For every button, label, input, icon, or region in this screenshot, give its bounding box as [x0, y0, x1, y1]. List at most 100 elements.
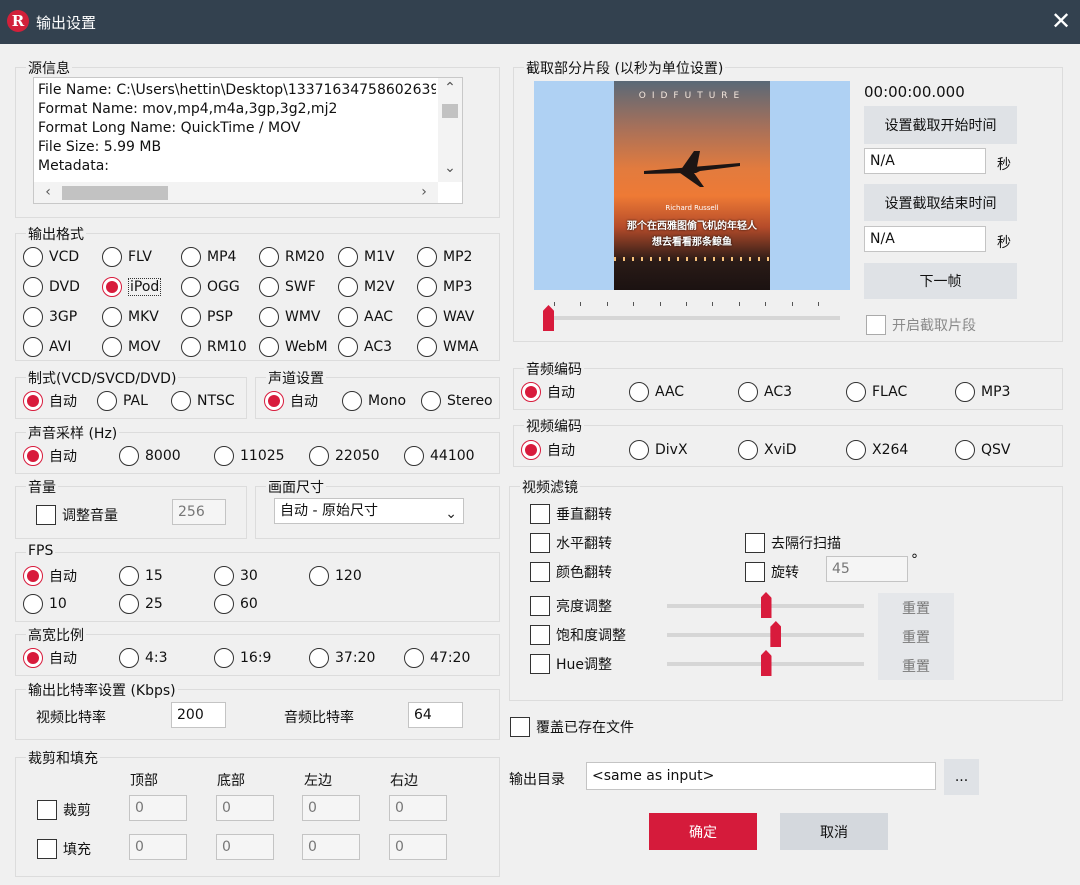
radio-fps-30[interactable]: 30	[214, 564, 258, 588]
radio-format-aac[interactable]: AAC	[338, 305, 393, 329]
radio-channel--[interactable]: 自动	[264, 389, 318, 413]
source-info-text-area[interactable]: File Name: C:\Users\hettin\Desktop\13371…	[33, 77, 463, 204]
radio-format-mp3[interactable]: MP3	[417, 275, 472, 299]
radio-format-ogg[interactable]: OGG	[181, 275, 240, 299]
radio-sample-22050[interactable]: 22050	[309, 444, 380, 468]
radio-acodec-mp3[interactable]: MP3	[955, 380, 1010, 404]
color-flip-checkbox[interactable]: 颜色翻转	[530, 561, 612, 583]
crop-right-input[interactable]: 0	[389, 795, 447, 821]
radio-aspect-16-9[interactable]: 16:9	[214, 646, 271, 670]
end-time-input[interactable]: N/A	[864, 226, 986, 252]
scroll-thumb-horizontal[interactable]	[62, 186, 168, 200]
scroll-left-icon[interactable]: ‹	[38, 184, 58, 200]
horizontal-flip-checkbox[interactable]: 水平翻转	[530, 532, 612, 554]
vertical-flip-checkbox[interactable]: 垂直翻转	[530, 503, 612, 525]
close-icon[interactable]: ✕	[1046, 7, 1076, 37]
crop-left-input[interactable]: 0	[302, 795, 360, 821]
cancel-button[interactable]: 取消	[780, 813, 888, 850]
radio-format-rm20[interactable]: RM20	[259, 245, 325, 269]
volume-input[interactable]: 256	[172, 499, 226, 525]
radio-fps-120[interactable]: 120	[309, 564, 362, 588]
radio-aspect-4-3[interactable]: 4:3	[119, 646, 168, 670]
radio-vcodec-qsv[interactable]: QSV	[955, 438, 1010, 462]
clip-slider-track[interactable]	[548, 316, 840, 320]
start-time-input[interactable]: N/A	[864, 148, 986, 174]
crop-checkbox[interactable]: 裁剪	[37, 799, 91, 821]
pad-bottom-input[interactable]: 0	[216, 834, 274, 860]
radio-format-dvd[interactable]: DVD	[23, 275, 80, 299]
crop-bottom-input[interactable]: 0	[216, 795, 274, 821]
radio-aspect--[interactable]: 自动	[23, 646, 77, 670]
radio-format-wmv[interactable]: WMV	[259, 305, 321, 329]
radio-fps-10[interactable]: 10	[23, 592, 67, 616]
radio-format-mkv[interactable]: MKV	[102, 305, 159, 329]
radio-aspect-37-20[interactable]: 37:20	[309, 646, 375, 670]
radio-channel-mono[interactable]: Mono	[342, 389, 406, 413]
radio-sample-11025[interactable]: 11025	[214, 444, 285, 468]
radio-format-rm10[interactable]: RM10	[181, 335, 247, 359]
output-dir-input[interactable]: <same as input>	[586, 762, 936, 790]
radio-fps-15[interactable]: 15	[119, 564, 163, 588]
enable-clip-checkbox[interactable]: 开启截取片段	[866, 314, 976, 336]
set-start-time-button[interactable]: 设置截取开始时间	[864, 106, 1017, 144]
radio-channel-stereo[interactable]: Stereo	[421, 389, 493, 413]
radio-vcodec-x264[interactable]: X264	[846, 438, 908, 462]
radio-standard-pal[interactable]: PAL	[97, 389, 148, 413]
pad-checkbox[interactable]: 填充	[37, 838, 91, 860]
radio-format-mov[interactable]: MOV	[102, 335, 160, 359]
overwrite-checkbox[interactable]: 覆盖已存在文件	[510, 716, 634, 738]
set-end-time-button[interactable]: 设置截取结束时间	[864, 184, 1017, 221]
radio-vcodec-xvid[interactable]: XviD	[738, 438, 797, 462]
radio-sample-44100[interactable]: 44100	[404, 444, 475, 468]
radio-sample--[interactable]: 自动	[23, 444, 77, 468]
radio-format-wma[interactable]: WMA	[417, 335, 479, 359]
radio-format-psp[interactable]: PSP	[181, 305, 233, 329]
radio-format-avi[interactable]: AVI	[23, 335, 71, 359]
scroll-right-icon[interactable]: ›	[414, 184, 434, 200]
radio-aspect-47-20[interactable]: 47:20	[404, 646, 470, 670]
radio-acodec-flac[interactable]: FLAC	[846, 380, 907, 404]
radio-acodec--[interactable]: 自动	[521, 380, 575, 404]
hue-checkbox[interactable]: Hue调整	[530, 653, 612, 675]
pad-top-input[interactable]: 0	[129, 834, 187, 860]
radio-format-m2v[interactable]: M2V	[338, 275, 395, 299]
crop-top-input[interactable]: 0	[129, 795, 187, 821]
rotate-checkbox[interactable]: 旋转	[745, 561, 799, 583]
pad-right-input[interactable]: 0	[389, 834, 447, 860]
saturation-checkbox[interactable]: 饱和度调整	[530, 624, 626, 646]
deinterlace-checkbox[interactable]: 去隔行扫描	[745, 532, 841, 554]
source-vertical-scrollbar[interactable]: ⌃ ⌄	[438, 78, 462, 182]
browse-button[interactable]: ...	[944, 759, 979, 795]
radio-format-webm[interactable]: WebM	[259, 335, 328, 359]
next-frame-button[interactable]: 下一帧	[864, 263, 1017, 299]
radio-standard-ntsc[interactable]: NTSC	[171, 389, 235, 413]
radio-vcodec--[interactable]: 自动	[521, 438, 575, 462]
radio-format-mp2[interactable]: MP2	[417, 245, 472, 269]
radio-format-m1v[interactable]: M1V	[338, 245, 395, 269]
radio-fps-60[interactable]: 60	[214, 592, 258, 616]
radio-sample-8000[interactable]: 8000	[119, 444, 181, 468]
radio-format-wav[interactable]: WAV	[417, 305, 474, 329]
frame-size-select[interactable]: 自动 - 原始尺寸 ⌄	[274, 498, 464, 524]
scroll-up-icon[interactable]: ⌃	[440, 80, 460, 96]
radio-format-ipod[interactable]: iPod	[102, 275, 162, 299]
ok-button[interactable]: 确定	[649, 813, 757, 850]
radio-standard--[interactable]: 自动	[23, 389, 77, 413]
brightness-checkbox[interactable]: 亮度调整	[530, 595, 612, 617]
brightness-reset-button[interactable]: 重置	[878, 593, 954, 622]
hue-reset-button[interactable]: 重置	[878, 651, 954, 680]
scroll-down-icon[interactable]: ⌄	[440, 160, 460, 176]
radio-format-flv[interactable]: FLV	[102, 245, 152, 269]
radio-acodec-ac3[interactable]: AC3	[738, 380, 792, 404]
audio-bitrate-input[interactable]: 64	[408, 702, 463, 728]
radio-format-vcd[interactable]: VCD	[23, 245, 79, 269]
radio-fps-25[interactable]: 25	[119, 592, 163, 616]
radio-format-swf[interactable]: SWF	[259, 275, 316, 299]
radio-acodec-aac[interactable]: AAC	[629, 380, 684, 404]
video-bitrate-input[interactable]: 200	[171, 702, 226, 728]
source-horizontal-scrollbar[interactable]: ‹ ›	[34, 182, 438, 203]
radio-format-mp4[interactable]: MP4	[181, 245, 236, 269]
saturation-slider-track[interactable]	[667, 633, 864, 637]
radio-format-ac3[interactable]: AC3	[338, 335, 392, 359]
radio-format-3gp[interactable]: 3GP	[23, 305, 77, 329]
